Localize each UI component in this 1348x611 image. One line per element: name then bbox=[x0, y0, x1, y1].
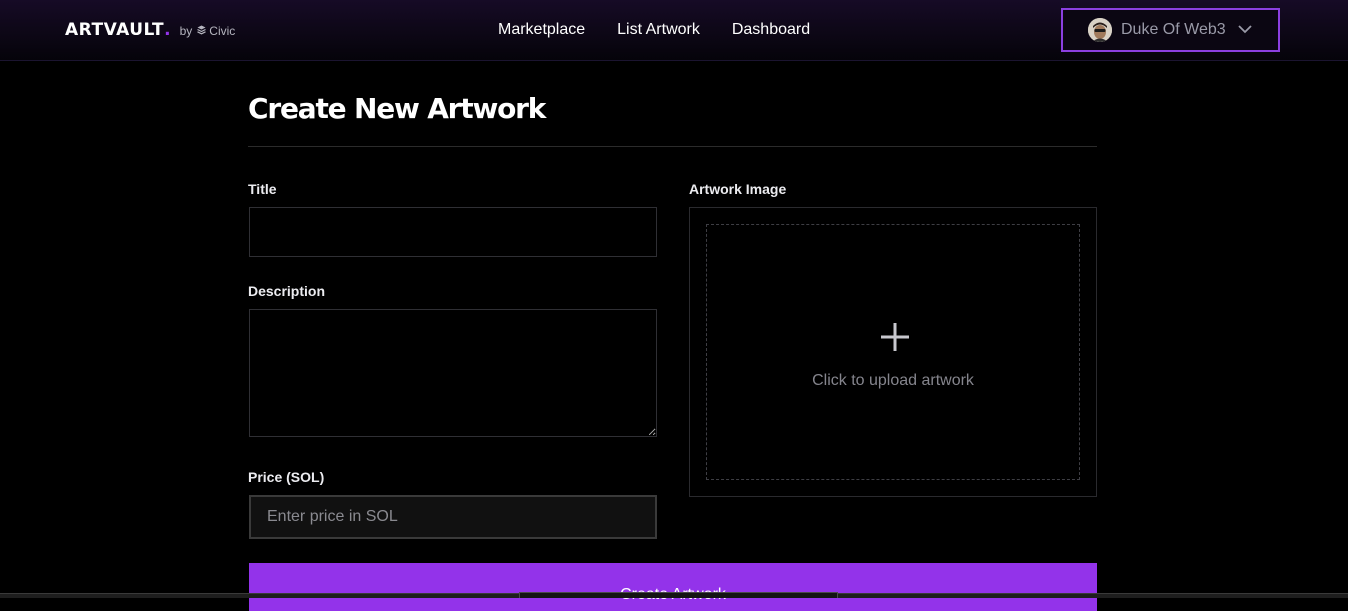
page-title: Create New Artwork bbox=[248, 92, 546, 125]
partner-name: Civic bbox=[209, 24, 236, 38]
artwork-upload-panel: Click to upload artwork bbox=[689, 207, 1097, 497]
description-label: Description bbox=[248, 283, 326, 299]
brand-name: ARTVAULT bbox=[65, 20, 165, 40]
title-label: Title bbox=[248, 181, 277, 197]
brand-logo[interactable]: ARTVAULT. by Civic bbox=[65, 20, 235, 40]
main-nav: Marketplace List Artwork Dashboard bbox=[498, 20, 842, 40]
avatar bbox=[1088, 18, 1112, 42]
chevron-down-icon bbox=[1238, 21, 1252, 39]
price-label: Price (SOL) bbox=[248, 469, 325, 485]
brand-by-text: by bbox=[179, 24, 193, 38]
description-textarea[interactable] bbox=[249, 309, 657, 437]
price-input[interactable] bbox=[249, 495, 657, 539]
user-menu-button[interactable]: Duke Of Web3 bbox=[1061, 8, 1280, 52]
brand-dot: . bbox=[164, 20, 171, 40]
title-input[interactable] bbox=[249, 207, 657, 257]
top-nav-bar: ARTVAULT. by Civic Marketplace List Artw… bbox=[0, 0, 1348, 61]
civic-logo-icon bbox=[197, 22, 207, 40]
title-divider bbox=[248, 146, 1097, 147]
user-name: Duke Of Web3 bbox=[1121, 21, 1226, 38]
artwork-image-label: Artwork Image bbox=[689, 181, 787, 197]
plus-icon bbox=[880, 322, 910, 357]
nav-link-dashboard[interactable]: Dashboard bbox=[732, 20, 810, 40]
upload-hint-text: Click to upload artwork bbox=[812, 372, 974, 389]
bottom-scrollbar-thumb[interactable] bbox=[519, 592, 838, 598]
create-artwork-button[interactable]: Create Artwork bbox=[249, 563, 1097, 611]
artwork-upload-dropzone[interactable]: Click to upload artwork bbox=[706, 224, 1080, 480]
nav-link-marketplace[interactable]: Marketplace bbox=[498, 20, 585, 40]
nav-link-list-artwork[interactable]: List Artwork bbox=[617, 20, 700, 40]
